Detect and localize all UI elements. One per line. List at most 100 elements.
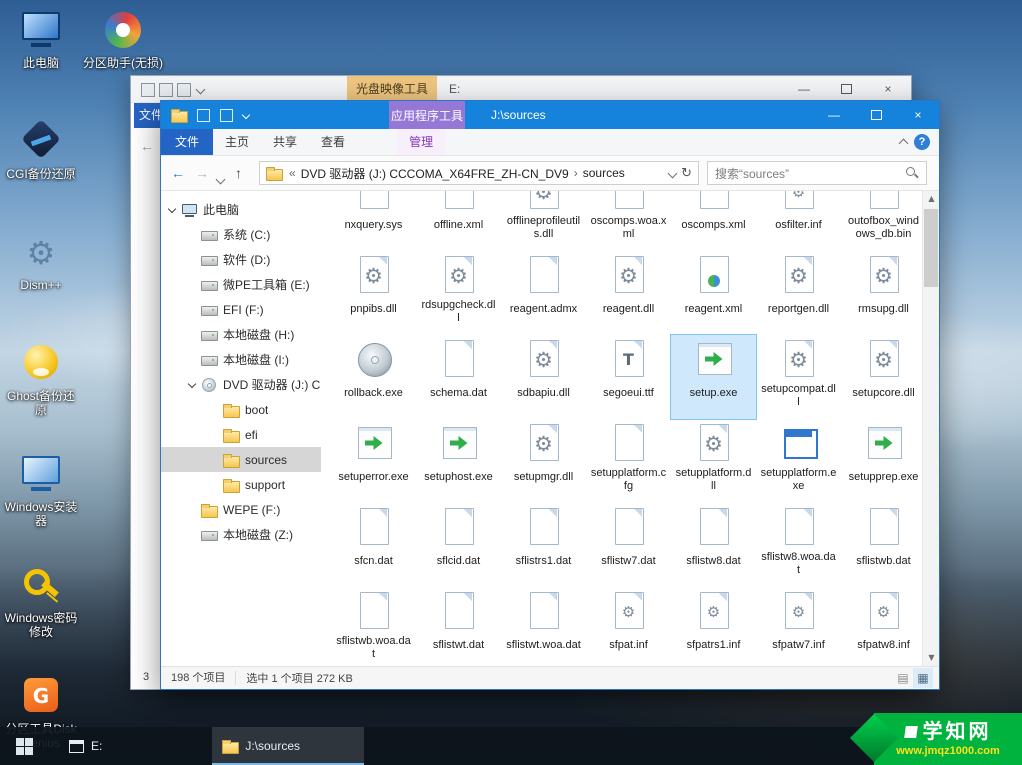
tree-item[interactable]: DVD 驱动器 (J:) CC [161,372,321,397]
file-item[interactable]: T segoeui.ttf [586,335,671,419]
file-item[interactable]: ⚙ setupcore.dll [841,335,922,419]
maximize-button[interactable] [855,101,897,129]
file-item[interactable]: setup.exe [671,335,756,419]
quick-access-icon[interactable] [141,83,155,97]
file-item[interactable]: ⚙ setupmgr.dll [501,419,586,503]
file-item[interactable]: outofbox_windows_db.bin [841,191,922,251]
taskbar-button[interactable]: E: [58,727,112,765]
tree-item[interactable]: WEPE (F:) [161,497,321,522]
ribbon-tab[interactable]: 管理 [397,129,445,155]
expander-icon[interactable] [187,504,199,516]
folder-icon[interactable] [171,107,189,123]
file-item[interactable]: ⚙ sfpatrs1.inf [671,587,756,666]
file-item[interactable]: ⚙ rdsupgcheck.dll [416,251,501,335]
file-item[interactable]: sflistw8.dat [671,503,756,587]
forward-button[interactable]: → [195,156,209,190]
up-button[interactable]: ↑ [235,156,242,190]
tree-item[interactable]: 本地磁盘 (Z:) [161,522,321,547]
file-item[interactable]: ⚙ reportgen.dll [756,251,841,335]
file-item[interactable]: setuphost.exe [416,419,501,503]
file-item[interactable]: sflistw7.dat [586,503,671,587]
file-item[interactable]: rollback.exe [331,335,416,419]
expander-icon[interactable] [209,454,221,466]
file-item[interactable]: sflistw8.woa.dat [756,503,841,587]
expander-icon[interactable] [167,204,179,216]
quick-access-icon[interactable] [177,83,191,97]
tree-item[interactable]: 本地磁盘 (H:) [161,322,321,347]
file-item[interactable]: sflistwb.woa.dat [331,587,416,666]
titlebar[interactable]: 光盘映像工具 E: — × [131,76,911,103]
file-item[interactable]: reagent.xml [671,251,756,335]
tree-item[interactable]: sources [161,447,321,472]
desktop-icon[interactable]: 此电脑 [0,4,82,115]
qat-properties-icon[interactable] [197,109,210,122]
file-item[interactable]: ⚙ sfpat.inf [586,587,671,666]
tree-item[interactable]: 微PE工具箱 (E:) [161,272,321,297]
tree-item[interactable]: support [161,472,321,497]
refresh-icon[interactable]: ↻ [681,166,692,181]
file-item[interactable]: sflistwt.woa.dat [501,587,586,666]
minimize-button[interactable]: — [813,101,855,129]
expander-icon[interactable] [209,404,221,416]
close-button[interactable]: × [897,101,939,129]
tree-item[interactable]: boot [161,397,321,422]
file-item[interactable]: ⚙ sdbapiu.dll [501,335,586,419]
file-item[interactable]: schema.dat [416,335,501,419]
file-item[interactable]: ⚙ setupplatform.dll [671,419,756,503]
file-item[interactable]: setupplatform.cfg [586,419,671,503]
tree-item[interactable]: efi [161,422,321,447]
file-item[interactable]: setuperror.exe [331,419,416,503]
scrollbar[interactable]: ▲ ▼ [922,191,939,666]
file-item[interactable]: sflistrs1.dat [501,503,586,587]
qat-new-folder-icon[interactable] [220,109,233,122]
expander-icon[interactable] [187,379,199,391]
expander-icon[interactable] [187,254,199,266]
back-button[interactable]: ← [171,156,185,190]
file-item[interactable]: ⚙ pnpibs.dll [331,251,416,335]
file-item[interactable]: sflcid.dat [416,503,501,587]
file-item[interactable]: sflistwb.dat [841,503,922,587]
ribbon-tab[interactable]: 文件 [161,129,213,155]
recent-locations-icon[interactable] [217,170,224,186]
breadcrumb-overflow[interactable]: « [289,166,296,180]
expander-icon[interactable] [187,304,199,316]
expander-icon[interactable] [187,354,199,366]
file-item[interactable]: ⚙ offlineprofileutils.dll [501,191,586,251]
tree-item[interactable]: 本地磁盘 (I:) [161,347,321,372]
desktop-icon[interactable]: CGI备份还原 [0,115,82,226]
ribbon-tab[interactable]: 主页 [213,129,261,155]
file-item[interactable]: nxquery.sys [331,191,416,251]
qat-dropdown-icon[interactable] [242,111,250,119]
ribbon-tab[interactable]: 查看 [309,129,357,155]
file-item[interactable]: sfcn.dat [331,503,416,587]
file-item[interactable]: ⚙ osfilter.inf [756,191,841,251]
desktop-icon[interactable]: Windows安装器 [0,448,82,559]
expander-icon[interactable] [187,279,199,291]
file-item[interactable]: oscomps.woa.xml [586,191,671,251]
breadcrumb-separator[interactable]: › [574,166,578,180]
scroll-down-icon[interactable]: ▼ [923,650,939,666]
tree-item[interactable]: 系统 (C:) [161,222,321,247]
desktop-icon[interactable]: ⚙ Dism++ [0,226,82,337]
contextual-tab-disc-image-tools[interactable]: 光盘映像工具 [347,76,437,102]
close-button[interactable]: × [867,76,909,102]
tree-item[interactable]: 软件 (D:) [161,247,321,272]
expander-icon[interactable] [187,529,199,541]
tree-item[interactable]: 此电脑 [161,197,321,222]
ribbon-tab[interactable]: 共享 [261,129,309,155]
taskbar-button[interactable]: J:\sources [212,727,364,765]
details-view-button[interactable]: ▤ [893,668,913,688]
scroll-thumb[interactable] [924,209,938,287]
file-item[interactable]: ⚙ sfpatw7.inf [756,587,841,666]
icons-view-button[interactable]: ▦ [913,668,933,688]
desktop-icon[interactable]: Ghost备份还原 [0,337,82,448]
desktop-icon[interactable]: Windows密码修改 [0,559,82,670]
contextual-tab-application-tools[interactable]: 应用程序工具 [389,101,465,129]
expander-icon[interactable] [187,329,199,341]
back-icon[interactable]: ← [140,138,154,154]
expander-icon[interactable] [187,229,199,241]
help-icon[interactable]: ? [914,134,930,150]
file-item[interactable]: setupprep.exe [841,419,922,503]
scroll-up-icon[interactable]: ▲ [923,191,939,207]
file-item[interactable]: ⚙ rmsupg.dll [841,251,922,335]
